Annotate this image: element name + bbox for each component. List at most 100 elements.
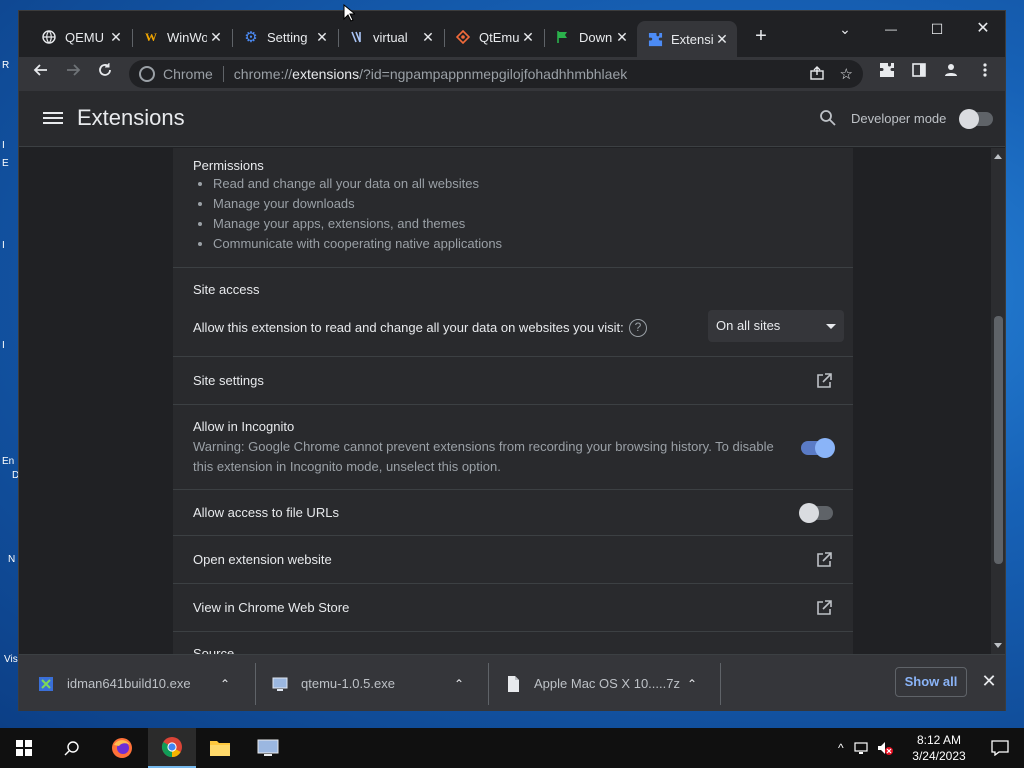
tab-winwo[interactable]: W WinWo ✕ (133, 23, 231, 51)
permissions-list: Read and change all your data on all web… (213, 174, 502, 254)
external-link-icon[interactable] (815, 599, 833, 617)
flag-icon (555, 29, 571, 45)
details-card: Permissions Read and change all your dat… (173, 148, 853, 654)
desktop-icon-label: Vis (4, 654, 18, 665)
close-icon[interactable]: ✕ (519, 29, 537, 46)
taskbar-chrome[interactable] (148, 728, 196, 768)
maximize-button[interactable]: ☐ (914, 15, 960, 43)
profile-button[interactable] (937, 61, 965, 87)
reload-button[interactable] (91, 61, 119, 87)
permissions-heading: Permissions (193, 158, 264, 173)
forward-button[interactable] (59, 61, 87, 87)
chevron-up-icon[interactable]: ⌃ (215, 677, 235, 691)
download-item[interactable]: Apple Mac OS X 10.....7z ⌃ (486, 655, 702, 712)
download-filename: Apple Mac OS X 10.....7z (534, 676, 680, 691)
desktop-icon-label: E (2, 158, 9, 169)
site-settings-label: Site settings (193, 373, 264, 388)
desktop-icon-label: En (2, 456, 15, 467)
menu-button[interactable] (971, 61, 999, 87)
hamburger-menu-icon[interactable] (43, 109, 63, 129)
list-item: Manage your apps, extensions, and themes (213, 214, 502, 234)
tab-title: Extensi (671, 31, 713, 47)
close-icon[interactable]: ✕ (419, 29, 437, 46)
omnibox-divider (222, 66, 224, 82)
scroll-up-icon[interactable] (994, 154, 1002, 159)
developer-mode-toggle[interactable] (959, 109, 993, 129)
tab-extensions[interactable]: Extensi ✕ (637, 21, 737, 57)
download-item[interactable]: idman641build10.exe ⌃ (19, 655, 235, 712)
document-file-icon (504, 675, 522, 693)
clock-date: 3/24/2023 (912, 749, 966, 763)
web-store-row[interactable]: View in Chrome Web Store (173, 584, 853, 632)
permissions-section: Permissions Read and change all your dat… (173, 148, 853, 268)
back-button[interactable] (27, 61, 55, 87)
close-icon[interactable]: ✕ (613, 29, 631, 46)
close-icon[interactable]: ✕ (107, 29, 125, 46)
start-button[interactable] (0, 728, 48, 768)
site-access-select[interactable]: On all sites (708, 310, 844, 342)
download-item[interactable]: qtemu-1.0.5.exe ⌃ (253, 655, 469, 712)
tab-search-button[interactable]: ⌄ (822, 15, 868, 43)
close-icon[interactable]: ✕ (313, 29, 331, 46)
external-link-icon[interactable] (815, 551, 833, 569)
address-bar[interactable]: Chrome chrome://extensions/?id=ngpampapp… (129, 60, 863, 88)
tab-downloads[interactable]: Downl ✕ (545, 23, 637, 51)
download-filename: qtemu-1.0.5.exe (301, 676, 395, 691)
extensions-menu-button[interactable] (873, 61, 901, 87)
close-icon[interactable]: ✕ (207, 29, 225, 46)
browser-toolbar: Chrome chrome://extensions/?id=ngpampapp… (19, 57, 1005, 91)
search-button[interactable] (48, 728, 96, 768)
puzzle-icon (880, 63, 894, 77)
chrome-icon (139, 66, 155, 82)
minimize-button[interactable]: — (868, 15, 914, 43)
incognito-toggle[interactable] (801, 438, 835, 458)
tab-settings[interactable]: ⚙ Setting ✕ (233, 23, 337, 51)
arrow-right-icon (67, 64, 81, 76)
source-heading: Source (193, 646, 235, 654)
file-urls-row: Allow access to file URLs (173, 490, 853, 536)
notification-icon (991, 740, 1009, 756)
search-icon[interactable] (819, 109, 839, 129)
tab-qemu[interactable]: QEMU ✕ (31, 23, 131, 51)
site-settings-row[interactable]: Site settings (173, 357, 853, 405)
chevron-up-icon[interactable]: ⌃ (449, 677, 469, 691)
tab-virtual[interactable]: virtual ✕ (339, 23, 443, 51)
desktop-icon-label: I (2, 240, 5, 251)
help-icon[interactable]: ? (629, 319, 647, 337)
volume-muted-icon[interactable] (876, 740, 894, 756)
notification-button[interactable] (976, 728, 1024, 768)
external-link-icon[interactable] (815, 372, 833, 390)
network-icon[interactable] (854, 741, 870, 755)
file-urls-label: Allow access to file URLs (193, 505, 339, 520)
tab-qtemu[interactable]: QtEmu ✕ (445, 23, 543, 51)
file-urls-toggle[interactable] (799, 503, 833, 523)
side-panel-button[interactable] (905, 61, 933, 87)
taskbar-firefox[interactable] (98, 728, 146, 768)
exe-file-icon (271, 675, 289, 693)
reload-icon (99, 63, 111, 76)
taskbar-file-explorer[interactable] (196, 728, 244, 768)
system-clock[interactable]: 8:12 AM 3/24/2023 (904, 732, 974, 764)
page-title: Extensions (77, 105, 185, 130)
close-icon[interactable]: ✕ (713, 31, 731, 48)
w-logo-icon: W (145, 29, 157, 44)
close-downloads-button[interactable]: ✕ (977, 669, 1001, 693)
desktop-icon-label: N (8, 554, 16, 565)
desktop-icon-label: I (2, 140, 5, 151)
share-icon[interactable] (809, 65, 825, 85)
star-icon[interactable]: ☆ (840, 65, 853, 83)
chevron-up-icon[interactable]: ⌃ (682, 677, 702, 691)
taskbar: ^ 8:12 AM 3/24/2023 (0, 728, 1024, 768)
open-website-row[interactable]: Open extension website (173, 536, 853, 584)
scroll-down-icon[interactable] (994, 643, 1002, 648)
source-row: Source (173, 632, 853, 654)
taskbar-qemu-app[interactable] (244, 728, 292, 768)
show-all-button[interactable]: Show all (895, 667, 967, 697)
new-tab-button[interactable]: + (749, 25, 773, 49)
page-scrollbar[interactable] (991, 148, 1005, 654)
tab-title: virtual (373, 29, 408, 45)
close-window-button[interactable]: ✕ (960, 15, 1006, 43)
download-filename: idman641build10.exe (67, 676, 191, 691)
scroll-thumb[interactable] (994, 316, 1003, 564)
chevron-up-icon[interactable]: ^ (838, 741, 844, 755)
